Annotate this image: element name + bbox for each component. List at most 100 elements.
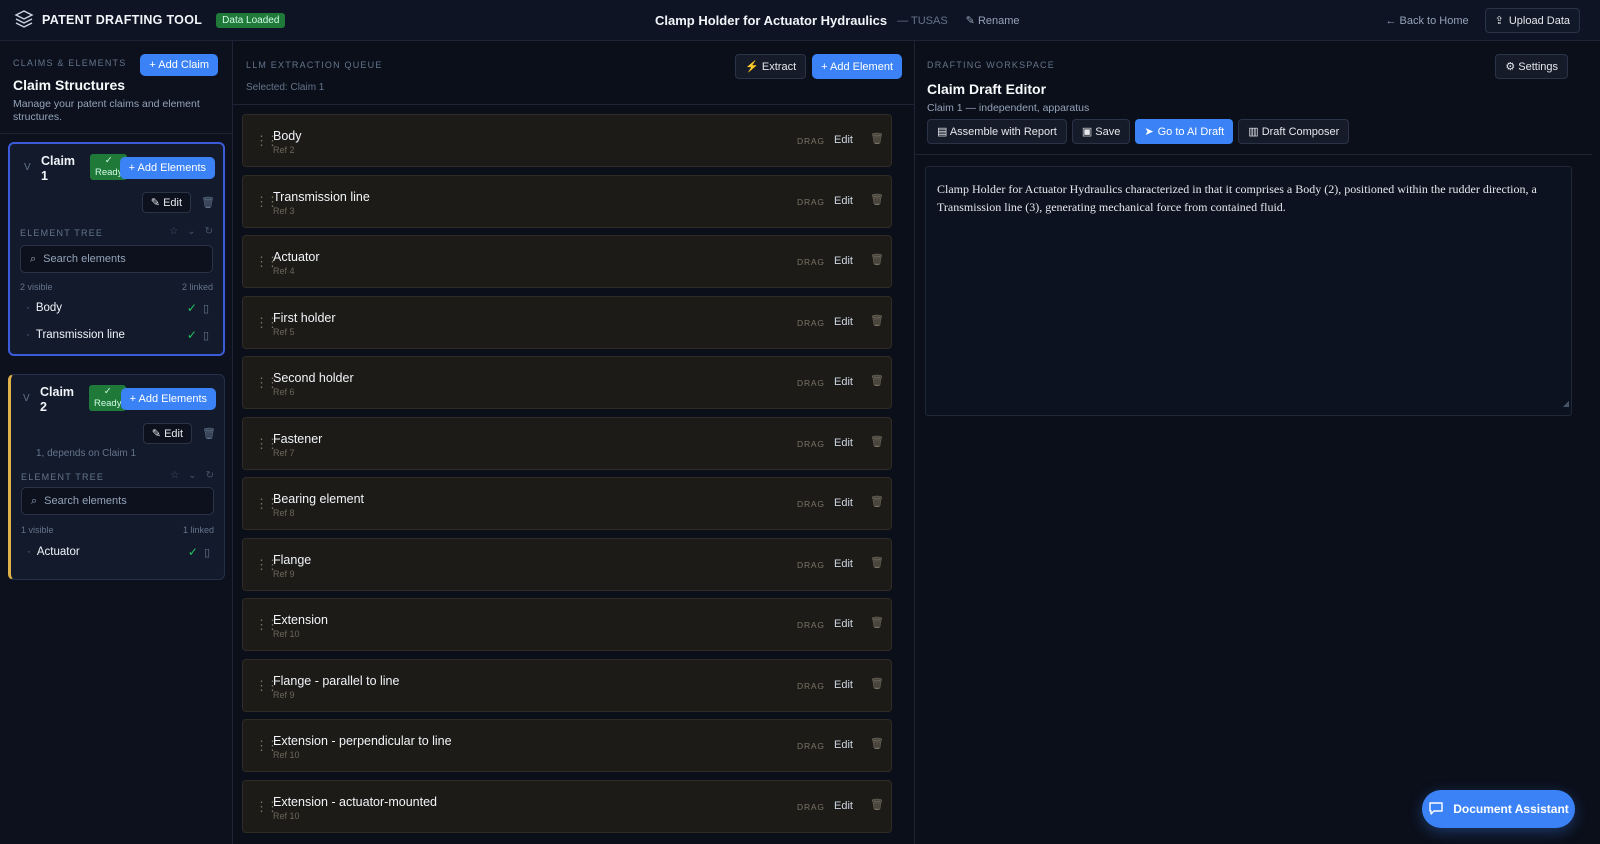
save-button[interactable]: ▣ Save — [1071, 119, 1131, 144]
trash-icon[interactable]: 🗑 — [870, 193, 884, 206]
queue-item-ref: Ref 9 — [273, 568, 295, 579]
editor-subtitle: Claim 1 — independent, apparatus — [927, 102, 1090, 114]
trash-icon[interactable]: 🗑 — [201, 196, 215, 209]
edit-element-button[interactable]: Edit — [834, 558, 853, 570]
queue-item-ref: Ref 10 — [273, 810, 300, 821]
edit-element-button[interactable]: Edit — [834, 739, 853, 751]
document-assistant-button[interactable]: Document Assistant — [1422, 790, 1575, 828]
drag-label: DRAG — [797, 680, 825, 691]
document-icon: ▥ — [1248, 126, 1262, 138]
queue-item[interactable]: ⋮⋮ Second holder Ref 6 DRAG Edit 🗑 — [242, 356, 892, 409]
resize-handle-icon[interactable]: ◢ — [1563, 395, 1569, 413]
queue-item[interactable]: ⋮⋮ Bearing element Ref 8 DRAG Edit 🗑 — [242, 477, 892, 530]
queue-item[interactable]: ⋮⋮ Extension - actuator-mounted Ref 10 DRAG… — [242, 779, 892, 833]
tree-item[interactable]: · Transmission line ✓ ▯ — [26, 328, 209, 342]
claim-card-1[interactable]: V Claim 1 ✓ Ready + Add Elements ✎ Edit 🗑… — [8, 142, 225, 356]
edit-element-button[interactable]: Edit — [834, 195, 853, 207]
go-to-ai-draft-button[interactable]: ➤ Go to AI Draft — [1135, 119, 1234, 144]
queue-item[interactable]: ⋮⋮ Body Ref 2 DRAG Edit 🗑 — [242, 114, 892, 167]
edit-element-button[interactable]: Edit — [834, 437, 853, 449]
trash-icon[interactable]: 🗑 — [870, 616, 884, 629]
add-elements-button[interactable]: + Add Elements — [120, 388, 216, 410]
queue-item-name: Fastener — [273, 431, 323, 446]
trash-icon[interactable]: 🗑 — [870, 253, 884, 266]
assemble-button[interactable]: ▤ Assemble with Report — [927, 119, 1067, 144]
add-elements-button[interactable]: + Add Elements — [119, 157, 215, 179]
back-to-home-link[interactable]: ← Back to Home — [1385, 15, 1468, 27]
queue-item[interactable]: ⋮⋮ Actuator Ref 4 DRAG Edit 🗑 — [242, 235, 892, 288]
claim-name: Claim 1 — [41, 154, 76, 183]
queue-item[interactable]: ⋮⋮ First holder Ref 5 DRAG Edit 🗑 — [242, 295, 892, 349]
chevron-down-icon[interactable]: V — [23, 393, 30, 404]
trash-icon[interactable]: ▯ — [204, 547, 210, 559]
rename-button[interactable]: ✎ Rename — [966, 14, 1020, 27]
queue-item[interactable]: ⋮⋮ Extension - perpendicular to line Ref 1… — [242, 719, 892, 772]
trash-icon[interactable]: 🗑 — [202, 427, 216, 440]
trash-icon[interactable]: 🗑 — [870, 737, 884, 750]
claim-card-2[interactable]: V Claim 2 ✓ Ready + Add Elements ✎ Edit 🗑… — [8, 374, 225, 580]
upload-data-button[interactable]: ⇪ Upload Data — [1484, 8, 1580, 33]
chevron-down-icon[interactable]: ⌄ — [187, 226, 195, 237]
drag-label: DRAG — [797, 620, 825, 630]
panel-description: Manage your patent claims and element st… — [13, 98, 200, 123]
tree-item[interactable]: · Actuator ✓ ▯ — [27, 545, 210, 559]
queue-item[interactable]: ⋮⋮ Flange - parallel to line Ref 9 DRAG Edit… — [242, 658, 892, 712]
claim-edit-row: ✎ Edit 🗑 — [141, 192, 215, 213]
queue-item[interactable]: ⋮⋮ Flange Ref 9 DRAG Edit 🗑 — [242, 537, 892, 591]
queue-item-name: Extension - perpendicular to line — [273, 734, 452, 748]
drag-label: DRAG — [797, 801, 825, 812]
queue-item[interactable]: ⋮⋮ Transmission line Ref 3 DRAG Edit 🗑 — [242, 174, 892, 228]
edit-element-button[interactable]: Edit — [834, 800, 853, 812]
chevron-down-icon[interactable]: V — [24, 162, 31, 173]
edit-element-button[interactable]: Edit — [834, 618, 853, 630]
refresh-icon[interactable]: ↻ — [206, 470, 214, 481]
queue-item[interactable]: ⋮⋮ Fastener Ref 7 DRAG Edit 🗑 — [242, 416, 892, 470]
trash-icon[interactable]: 🗑 — [870, 314, 884, 327]
settings-button[interactable]: ⚙ Settings — [1495, 54, 1568, 79]
edit-claim-button[interactable]: ✎ Edit — [142, 423, 193, 444]
edit-element-button[interactable]: Edit — [834, 255, 853, 267]
trash-icon[interactable]: 🗑 — [870, 374, 884, 387]
queue-item-name: First holder — [273, 310, 336, 325]
queue-item-ref: Ref 6 — [273, 387, 295, 397]
trash-icon[interactable]: ▯ — [203, 303, 209, 315]
draft-text: Clamp Holder for Actuator Hydraulics cha… — [937, 182, 1537, 214]
trash-icon[interactable]: 🗑 — [870, 798, 884, 811]
queue-item-name: Flange — [273, 552, 312, 567]
edit-element-button[interactable]: Edit — [834, 134, 853, 146]
tree-item[interactable]: · Body ✓ ▯ — [26, 301, 209, 315]
claim-draft-textarea[interactable]: Clamp Holder for Actuator Hydraulics cha… — [925, 166, 1572, 416]
star-icon[interactable]: ☆ — [170, 470, 179, 481]
workspace-header: DRAFTING WORKSPACE ⚙ Settings Claim Draf… — [915, 41, 1600, 155]
edit-element-button[interactable]: Edit — [834, 316, 853, 328]
trash-icon[interactable]: 🗑 — [870, 435, 884, 448]
queue-item-name: Second holder — [273, 371, 354, 385]
refresh-icon[interactable]: ↻ — [205, 226, 213, 237]
search-elements-input[interactable]: ⌕ Search elements — [21, 487, 214, 515]
trash-icon[interactable]: 🗑 — [870, 132, 884, 145]
check-icon: ✓ — [186, 328, 197, 342]
edit-element-button[interactable]: Edit — [834, 497, 853, 509]
scrollbar[interactable] — [1592, 41, 1600, 844]
section-label: DRAFTING WORKSPACE — [927, 60, 1055, 70]
linked-count: 2 linked — [181, 282, 213, 292]
edit-claim-button[interactable]: ✎ Edit — [141, 192, 192, 213]
trash-icon[interactable]: 🗑 — [870, 495, 884, 508]
search-elements-input[interactable]: ⌕ Search elements — [20, 245, 213, 273]
star-icon[interactable]: ☆ — [169, 226, 178, 237]
trash-icon[interactable]: ▯ — [203, 330, 209, 342]
trash-icon[interactable]: 🗑 — [870, 556, 884, 569]
extract-button[interactable]: ⚡ Extract — [735, 54, 807, 79]
draft-composer-button[interactable]: ▥ Draft Composer — [1238, 119, 1350, 144]
add-element-button[interactable]: + Add Element — [812, 54, 902, 79]
drag-label: DRAG — [797, 378, 825, 388]
trash-icon[interactable]: 🗑 — [870, 677, 884, 690]
claim-header: V Claim 1 ✓ Ready + Add Elements — [18, 154, 215, 184]
chevron-down-icon[interactable]: ⌄ — [188, 470, 196, 481]
send-icon: ➤ — [1144, 126, 1154, 138]
edit-element-button[interactable]: Edit — [834, 679, 853, 691]
edit-element-button[interactable]: Edit — [834, 376, 853, 388]
add-claim-button[interactable]: + Add Claim — [140, 54, 218, 76]
queue-item[interactable]: ⋮⋮ Extension Ref 10 DRAG Edit 🗑 — [242, 598, 892, 651]
check-icon: ✓ — [187, 545, 198, 559]
